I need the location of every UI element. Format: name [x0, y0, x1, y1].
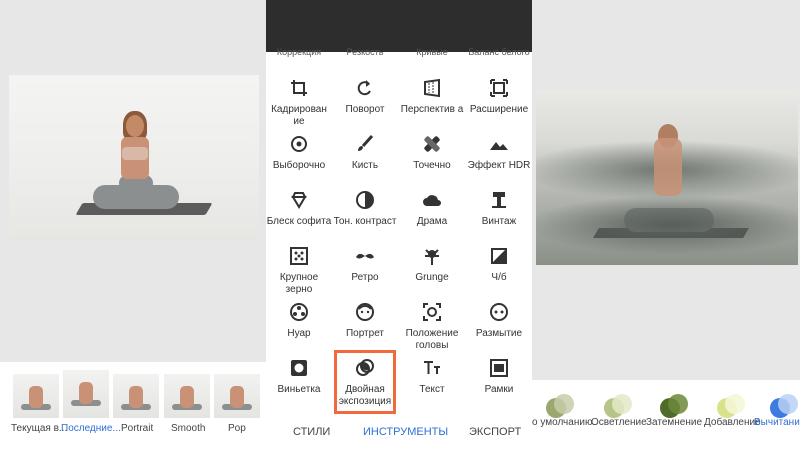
- expand-icon: [490, 79, 508, 97]
- tool-label: Перспектив а: [400, 104, 464, 115]
- tool-label-partial[interactable]: Коррекция: [266, 47, 332, 57]
- tool-selective[interactable]: Выборочно: [266, 134, 332, 172]
- crop-icon: [291, 80, 307, 96]
- tool-drama[interactable]: Драма: [399, 190, 465, 228]
- tool-tonal-contrast[interactable]: Тон. контраст: [332, 190, 398, 228]
- double-exposure-highlight: [334, 350, 396, 414]
- tool-glamour-glow[interactable]: Блеск софита: [266, 190, 332, 228]
- bottom-tabs: СТИЛИ ИНСТРУМЕНТЫ ЭКСПОРТ: [266, 414, 532, 450]
- tool-label: Крупное зерно: [279, 272, 319, 295]
- tool-hdr[interactable]: Эффект HDR: [466, 134, 532, 172]
- style-thumbnail-label: Последние...: [61, 423, 121, 434]
- grainy-film-icon: [290, 247, 308, 265]
- perspective-icon: [424, 78, 440, 98]
- tool-label: Кисть: [351, 160, 379, 171]
- tool-label: Виньетка: [277, 384, 321, 395]
- style-thumbnail[interactable]: [164, 374, 210, 418]
- tool-vintage[interactable]: Винтаж: [466, 190, 532, 228]
- tool-label: Тон. контраст: [333, 216, 397, 227]
- noir-icon: [290, 303, 308, 321]
- tab-styles[interactable]: СТИЛИ: [293, 426, 330, 438]
- vignette-icon: [291, 360, 307, 376]
- style-thumbnail[interactable]: [214, 374, 260, 418]
- tool-frames[interactable]: Рамки: [466, 358, 532, 396]
- style-thumbnail-label: Portrait: [121, 423, 154, 434]
- glamour-glow-icon: [291, 192, 307, 209]
- selective-icon: [291, 136, 307, 152]
- tool-label-partial[interactable]: Баланс белого: [466, 47, 532, 57]
- tool-label: Драма: [416, 216, 448, 227]
- vintage-icon: [492, 192, 506, 208]
- tool-label-partial[interactable]: Резкость: [332, 47, 398, 57]
- tool-grunge[interactable]: Grunge: [399, 246, 465, 284]
- hdr-icon: [490, 142, 508, 150]
- tool-label: Винтаж: [481, 216, 517, 227]
- tool-noir[interactable]: Нуар: [266, 302, 332, 340]
- tool-label: Точечно: [413, 160, 451, 171]
- tools-panel: Коррекция Резкость Кривые Баланс белого …: [266, 0, 532, 450]
- style-thumbnails: Текущая в... Последние... Portrait Smoot…: [0, 362, 266, 450]
- tool-expand[interactable]: Расширение: [466, 78, 532, 116]
- healing-icon: [424, 136, 440, 152]
- tool-label: Ретро: [351, 272, 379, 283]
- drama-icon: [423, 195, 441, 206]
- portrait-icon: [356, 303, 374, 321]
- double-exposure-result-photo: [536, 90, 798, 265]
- tool-blur[interactable]: Размытие: [466, 302, 532, 340]
- tool-label: Рамки: [484, 384, 514, 395]
- tool-perspective[interactable]: Перспектив а: [399, 78, 465, 116]
- panel-header: [266, 0, 532, 52]
- tonal-contrast-icon: [356, 191, 374, 209]
- tool-head-pose[interactable]: Положение головы: [399, 302, 465, 351]
- style-thumbnail-label: Pop: [228, 423, 246, 434]
- tool-grainy-film[interactable]: Крупное зерно: [266, 246, 332, 295]
- rotate-icon: [357, 80, 371, 96]
- tool-rotate[interactable]: Поворот: [332, 78, 398, 116]
- tool-label: Нуар: [287, 328, 311, 339]
- grunge-icon: [425, 249, 439, 265]
- tool-label: Блеск софита: [266, 216, 332, 227]
- blend-modes: о умолчанию Осветление Затемнение Добавл…: [532, 380, 800, 450]
- style-thumbnail-selected[interactable]: [63, 370, 109, 418]
- blur-icon: [490, 303, 508, 321]
- blend-mode-label: Добавление: [704, 417, 761, 428]
- tool-label: Положение головы: [405, 328, 459, 351]
- style-thumbnail-label: Smooth: [171, 423, 206, 434]
- retrolux-icon: [356, 253, 374, 259]
- blend-mode-label-selected: Вычитание: [754, 417, 800, 428]
- tool-label: Портрет: [345, 328, 385, 339]
- tool-label: Grunge: [415, 272, 449, 283]
- tool-label: Расширение: [469, 104, 529, 115]
- tool-black-white[interactable]: Ч/б: [466, 246, 532, 284]
- tool-label: Эффект HDR: [467, 160, 531, 171]
- tool-vignette[interactable]: Виньетка: [266, 358, 332, 396]
- tab-export[interactable]: ЭКСПОРТ: [469, 426, 521, 438]
- tool-crop[interactable]: Кадрирован ие: [266, 78, 332, 127]
- tool-label: Текст: [419, 384, 445, 395]
- style-thumbnail[interactable]: [13, 374, 59, 418]
- brush-icon: [358, 134, 374, 151]
- tool-label: Размытие: [475, 328, 523, 339]
- tab-tools[interactable]: ИНСТРУМЕНТЫ: [363, 426, 448, 438]
- blend-mode-label: о умолчанию: [532, 417, 593, 428]
- tool-label: Кадрирован ие: [271, 104, 327, 127]
- tool-label: Поворот: [345, 104, 385, 115]
- tool-label-partial[interactable]: Кривые: [399, 47, 465, 57]
- tool-retrolux[interactable]: Ретро: [332, 246, 398, 284]
- style-thumbnail[interactable]: [113, 374, 159, 418]
- tool-label: Выборочно: [272, 160, 326, 171]
- blend-mode-label: Осветление: [591, 417, 647, 428]
- tool-healing[interactable]: Точечно: [399, 134, 465, 172]
- tool-brush[interactable]: Кисть: [332, 134, 398, 172]
- blend-mode-label: Затемнение: [646, 417, 703, 428]
- tool-label: Ч/б: [491, 272, 507, 283]
- head-pose-icon: [423, 303, 441, 321]
- frames-icon: [490, 359, 508, 377]
- text-icon: [424, 361, 440, 374]
- original-photo: [9, 75, 259, 242]
- black-white-icon: [491, 248, 507, 264]
- tool-portrait[interactable]: Портрет: [332, 302, 398, 340]
- tool-text[interactable]: Текст: [399, 358, 465, 396]
- style-thumbnail-label: Текущая в...: [11, 423, 68, 434]
